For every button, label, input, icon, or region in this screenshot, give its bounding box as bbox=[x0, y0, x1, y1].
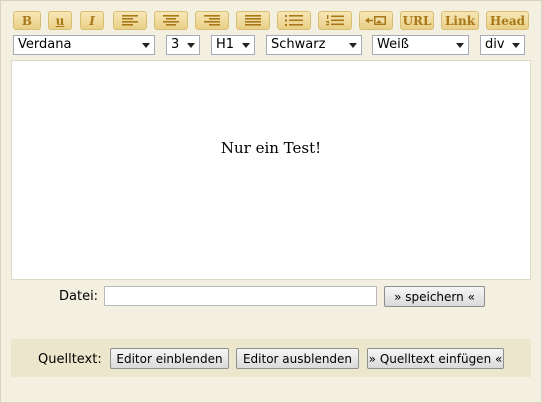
bullet-list-button[interactable] bbox=[277, 11, 311, 30]
save-button-label: » speichern « bbox=[394, 289, 475, 304]
size-select-value: 3 bbox=[171, 37, 180, 52]
italic-button[interactable]: I bbox=[80, 11, 104, 30]
head-button[interactable]: Head bbox=[486, 11, 529, 30]
chevron-down-icon bbox=[349, 43, 357, 48]
align-left-button[interactable] bbox=[113, 11, 147, 30]
chevron-down-icon bbox=[242, 43, 250, 48]
file-name-input[interactable] bbox=[104, 286, 377, 306]
insert-source-label: » Quelltext einfügen « bbox=[368, 351, 503, 366]
underline-button[interactable]: u bbox=[48, 11, 72, 30]
show-editor-label: Editor einblenden bbox=[116, 351, 223, 366]
bullet-list-icon bbox=[285, 15, 303, 26]
chevron-down-icon bbox=[512, 43, 520, 48]
hide-editor-label: Editor ausblenden bbox=[242, 351, 353, 366]
save-button[interactable]: » speichern « bbox=[384, 286, 485, 307]
editor-window: B u I URL Link Head Verdana 3 H1 Schwarz… bbox=[0, 0, 542, 403]
heading-select-value: H1 bbox=[216, 37, 235, 52]
bold-label: B bbox=[21, 13, 33, 28]
url-button[interactable]: URL bbox=[400, 11, 434, 30]
color-select-value: Schwarz bbox=[271, 37, 326, 52]
size-select[interactable]: 3 bbox=[166, 35, 200, 55]
block-select-value: div bbox=[485, 37, 505, 52]
link-button[interactable]: Link bbox=[441, 11, 479, 30]
align-left-icon bbox=[122, 15, 138, 26]
background-select[interactable]: Weiß bbox=[372, 35, 469, 55]
bold-button[interactable]: B bbox=[13, 11, 41, 30]
hide-editor-button[interactable]: Editor ausblenden bbox=[236, 348, 359, 369]
file-label: Datei: bbox=[59, 289, 99, 304]
align-center-icon bbox=[163, 15, 179, 26]
align-center-button[interactable] bbox=[154, 11, 188, 30]
numbered-list-icon bbox=[326, 15, 344, 26]
show-editor-button[interactable]: Editor einblenden bbox=[110, 348, 229, 369]
chevron-down-icon bbox=[456, 43, 464, 48]
color-select[interactable]: Schwarz bbox=[266, 35, 362, 55]
font-select[interactable]: Verdana bbox=[13, 35, 155, 55]
italic-label: I bbox=[89, 13, 95, 28]
editor-area[interactable]: Nur ein Test! bbox=[11, 60, 531, 280]
align-right-button[interactable] bbox=[195, 11, 229, 30]
editor-content[interactable]: Nur ein Test! bbox=[12, 139, 530, 157]
block-select[interactable]: div bbox=[480, 35, 525, 55]
align-justify-icon bbox=[245, 15, 261, 26]
source-label: Quelltext: bbox=[38, 352, 102, 367]
url-label: URL bbox=[402, 13, 432, 28]
heading-select[interactable]: H1 bbox=[211, 35, 255, 55]
chevron-down-icon bbox=[187, 43, 195, 48]
head-label: Head bbox=[489, 13, 526, 28]
insert-image-icon bbox=[365, 16, 386, 25]
background-select-value: Weiß bbox=[377, 37, 409, 52]
insert-source-button[interactable]: » Quelltext einfügen « bbox=[367, 348, 504, 369]
align-justify-button[interactable] bbox=[236, 11, 270, 30]
numbered-list-button[interactable] bbox=[318, 11, 352, 30]
link-label: Link bbox=[444, 13, 476, 28]
insert-image-button[interactable] bbox=[359, 11, 393, 30]
chevron-down-icon bbox=[142, 43, 150, 48]
align-right-icon bbox=[204, 15, 220, 26]
underline-label: u bbox=[55, 13, 65, 28]
font-select-value: Verdana bbox=[18, 37, 72, 52]
